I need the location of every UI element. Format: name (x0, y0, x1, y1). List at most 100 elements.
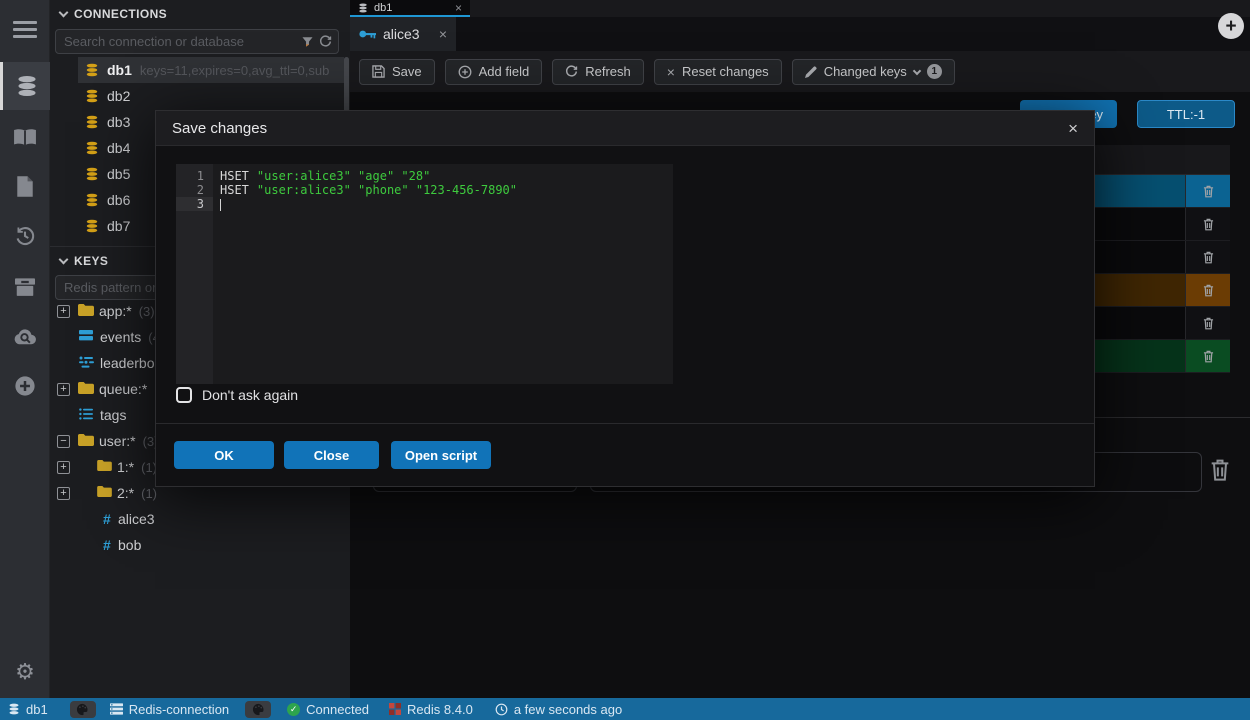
delete-field-button[interactable] (1185, 175, 1230, 207)
ttl-button[interactable]: TTL:-1 (1137, 100, 1235, 128)
expand-icon[interactable]: + (57, 383, 70, 396)
archive-nav-button[interactable] (0, 264, 50, 308)
delete-field-button[interactable] (1185, 307, 1230, 339)
key-label: user:* (99, 433, 136, 449)
tab-label: alice3 (383, 26, 420, 42)
plus-circle-icon (14, 375, 36, 397)
connections-nav-button[interactable] (0, 62, 50, 110)
status-console-button[interactable] (245, 701, 271, 718)
connection-search (55, 29, 339, 54)
settings-button[interactable]: ⚙ (0, 650, 50, 694)
expand-icon[interactable]: + (57, 487, 70, 500)
connections-section-header[interactable]: CONNECTIONS (50, 1, 350, 27)
add-field-button[interactable]: Add field (445, 59, 543, 85)
text-cursor (220, 199, 221, 211)
redis-logo-icon (389, 703, 401, 715)
palette-icon (252, 703, 265, 716)
add-nav-button[interactable] (0, 364, 50, 408)
key-label: events (100, 329, 141, 345)
folder-icon (97, 460, 112, 471)
dialog-close-button[interactable]: × (1068, 120, 1078, 137)
close-tab-icon[interactable]: × (455, 1, 462, 15)
reset-changes-button[interactable]: × Reset changes (654, 59, 782, 85)
docs-nav-button[interactable] (0, 115, 50, 159)
key-label: tags (100, 407, 126, 423)
delete-field-button[interactable] (1185, 241, 1230, 273)
database-icon (85, 115, 99, 129)
close-tab-icon[interactable]: × (439, 26, 447, 42)
key-label: alice3 (118, 511, 155, 527)
tree-item-bob[interactable]: # bob (50, 532, 350, 558)
db-info: keys=11,expires=0,avg_ttl=0,sub (140, 63, 329, 78)
line-number: 3 (176, 197, 213, 211)
changed-keys-label: Changed keys (824, 64, 907, 79)
status-updated-label: a few seconds ago (514, 702, 622, 717)
database-icon (85, 193, 99, 207)
changed-keys-dropdown[interactable]: Changed keys 1 (792, 59, 955, 85)
palette-icon (76, 703, 89, 716)
chevron-down-icon (59, 8, 69, 18)
database-icon (85, 141, 99, 155)
status-connection-selector[interactable]: Redis-connection (110, 702, 229, 717)
refresh-button[interactable]: Refresh (552, 59, 644, 85)
command-args: "user:alice3" "phone" "123-456-7890" (257, 183, 517, 197)
ok-button[interactable]: OK (174, 441, 274, 469)
trash-icon (1203, 251, 1214, 264)
filter-icon[interactable] (302, 36, 313, 48)
database-icon (85, 63, 99, 77)
status-connected-label: Connected (306, 702, 369, 717)
hash-type-icon: # (103, 537, 111, 553)
expand-icon[interactable]: + (57, 461, 70, 474)
clock-icon (495, 703, 508, 716)
document-nav-button[interactable] (0, 164, 50, 208)
file-icon (16, 176, 34, 197)
editor-line: 2 HSET"user:alice3" "phone" "123-456-789… (176, 183, 673, 197)
status-theme-button[interactable] (70, 701, 96, 718)
database-row-db1[interactable]: db1 keys=11,expires=0,avg_ttl=0,sub (50, 57, 350, 83)
check-circle-icon: ✓ (287, 703, 300, 716)
dont-ask-again-checkbox[interactable]: Don't ask again (176, 387, 298, 403)
remove-new-field-button[interactable] (1210, 458, 1230, 487)
delete-field-button[interactable] (1185, 340, 1230, 372)
reset-changes-label: Reset changes (682, 64, 769, 79)
status-connection-label: Redis-connection (129, 702, 229, 717)
delete-field-button[interactable] (1185, 274, 1230, 306)
db-name: db5 (107, 166, 130, 182)
history-nav-button[interactable] (0, 214, 50, 258)
delete-field-button[interactable] (1185, 208, 1230, 240)
expand-icon[interactable]: + (57, 305, 70, 318)
database-icon (8, 702, 20, 716)
command-args: "user:alice3" "age" "28" (257, 169, 430, 183)
database-row-db2[interactable]: db2 (50, 83, 350, 109)
history-icon (14, 225, 36, 247)
refresh-icon[interactable] (319, 35, 332, 48)
connection-search-input[interactable] (64, 34, 296, 49)
key-label: 1:* (117, 459, 134, 475)
status-db-selector[interactable]: db1 (8, 702, 48, 717)
open-script-button[interactable]: Open script (391, 441, 491, 469)
add-key-button[interactable]: + (1218, 13, 1244, 39)
close-button[interactable]: Close (284, 441, 379, 469)
line-number: 2 (176, 183, 213, 197)
tree-item-alice3[interactable]: # alice3 (50, 506, 350, 532)
cloud-search-nav-button[interactable] (0, 314, 50, 358)
folder-icon (78, 434, 94, 446)
folder-icon (78, 382, 94, 394)
script-editor[interactable]: 1 HSET"user:alice3" "age" "28" 2 HSET"us… (176, 164, 673, 384)
x-icon: × (667, 64, 675, 80)
collapse-icon[interactable]: − (57, 435, 70, 448)
save-icon (372, 65, 385, 78)
save-button[interactable]: Save (359, 59, 435, 85)
trash-icon (1203, 317, 1214, 330)
key-count: (1) (141, 486, 157, 501)
tab-db1[interactable]: db1 × (350, 0, 470, 17)
folder-icon (97, 486, 112, 497)
key-tab-bar: alice3 × (350, 17, 1250, 51)
refresh-icon (565, 65, 578, 78)
tab-alice3[interactable]: alice3 × (350, 17, 456, 51)
chevron-down-icon (913, 66, 921, 74)
zset-type-icon (79, 356, 94, 368)
hamburger-icon (13, 21, 37, 39)
menu-button[interactable] (0, 8, 50, 52)
checkbox-label: Don't ask again (202, 387, 298, 403)
